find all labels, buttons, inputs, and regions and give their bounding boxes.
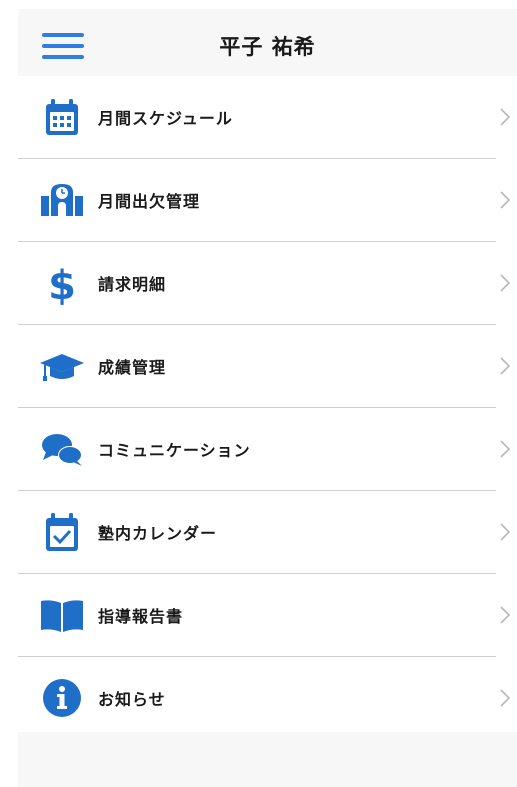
info-icon: [40, 676, 84, 720]
chevron-right-icon: [500, 606, 510, 624]
menu-item-billing-details[interactable]: $ 請求明細: [18, 242, 510, 325]
menu-item-label: コミュニケーション: [98, 441, 251, 460]
menu-item-school-calendar[interactable]: 塾内カレンダー: [18, 491, 510, 574]
chevron-right-icon: [500, 357, 510, 375]
school-attendance-icon: [40, 178, 84, 222]
menu-item-label: 指導報告書: [98, 607, 184, 626]
footer-band: [18, 732, 517, 787]
page-title: 平子 祐希: [219, 35, 316, 59]
chevron-right-icon: [500, 523, 510, 541]
svg-text:$: $: [48, 263, 76, 305]
menu-item-monthly-schedule[interactable]: 月間スケジュール: [18, 76, 510, 159]
menu-item-grades[interactable]: 成績管理: [18, 325, 510, 408]
menu-item-monthly-attendance[interactable]: 月間出欠管理: [18, 159, 510, 242]
app-header: 平子 祐希: [18, 9, 517, 76]
menu-item-label: 塾内カレンダー: [98, 524, 218, 543]
chevron-right-icon: [500, 689, 510, 707]
chevron-right-icon: [500, 440, 510, 458]
menu-item-label: お知らせ: [98, 690, 166, 709]
open-book-icon: [40, 593, 84, 637]
chevron-right-icon: [500, 274, 510, 292]
menu-item-communication[interactable]: コミュニケーション: [18, 408, 510, 491]
menu-item-label: 成績管理: [98, 358, 167, 377]
main-menu: 月間スケジュール 月間出欠管理 $ 請求明細 成績管理 コミュニケーション 塾内…: [18, 76, 517, 739]
menu-item-label: 月間出欠管理: [98, 192, 201, 211]
menu-item-label: 請求明細: [98, 275, 167, 294]
chevron-right-icon: [500, 191, 510, 209]
menu-item-announcements[interactable]: お知らせ: [18, 657, 510, 739]
menu-item-instruction-report[interactable]: 指導報告書: [18, 574, 510, 657]
dollar-icon: $: [40, 261, 84, 305]
graduation-cap-icon: [40, 344, 84, 388]
menu-item-label: 月間スケジュール: [98, 109, 233, 128]
app-screen: 平子 祐希 月間スケジュール 月間出欠管理 $ 請求明細 成績管理 コミュニケー…: [18, 9, 517, 787]
chevron-right-icon: [500, 108, 510, 126]
chat-bubbles-icon: [40, 427, 84, 471]
calendar-check-icon: [40, 510, 84, 554]
calendar-grid-icon: [40, 95, 84, 139]
